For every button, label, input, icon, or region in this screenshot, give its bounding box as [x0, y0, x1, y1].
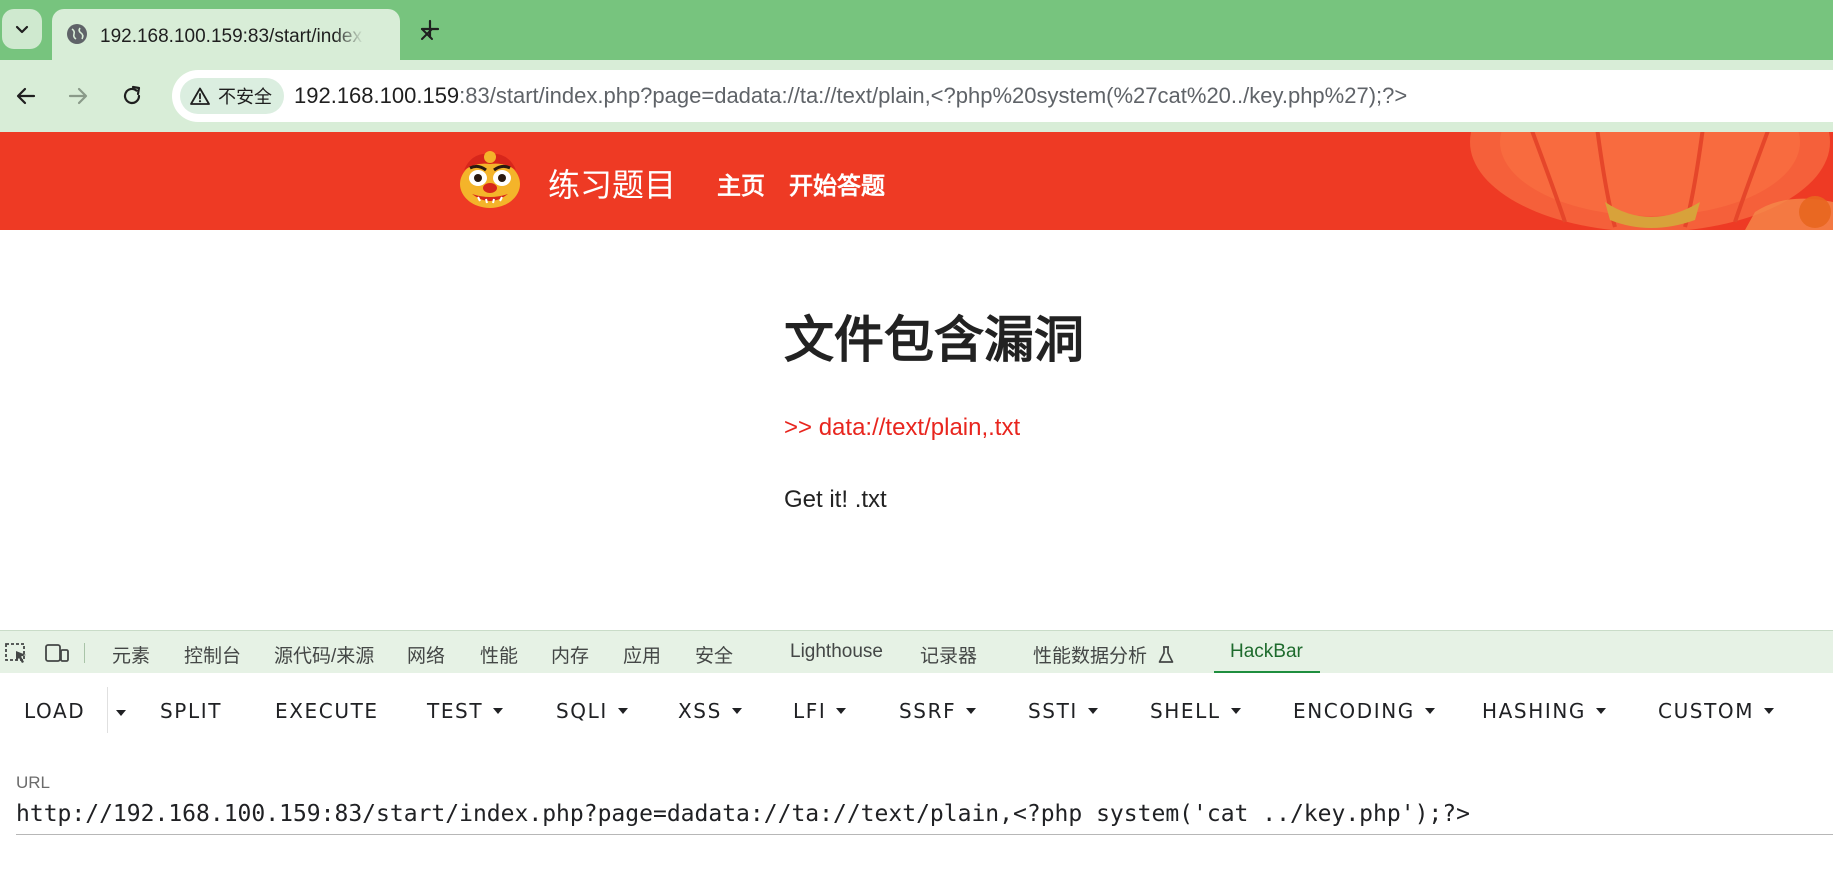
devtools-tab-bar: 元素 控制台 源代码/来源 网络 性能 内存 应用 安全 Lighthouse …: [0, 630, 1833, 674]
flask-icon: [1158, 646, 1174, 663]
caret-down-icon: [1764, 708, 1775, 714]
caret-down-icon: [1424, 708, 1435, 714]
devtools-tab-performance-insights-label: 性能数据分析: [1033, 646, 1148, 667]
hackbar-custom-menu[interactable]: CUSTOM: [1658, 699, 1775, 723]
arrow-left-icon: [16, 87, 36, 105]
hackbar-load-button[interactable]: LOAD: [24, 699, 85, 723]
site-header: 练习题目 主页 开始答题: [0, 132, 1833, 230]
lion-mascot-logo: [460, 151, 520, 208]
arrow-right-icon: [68, 87, 88, 105]
devtools-tab-sources[interactable]: 源代码/来源: [274, 641, 374, 668]
tab-search-button[interactable]: [2, 9, 42, 49]
caret-down-icon: [1596, 708, 1607, 714]
lantern-decoration: [1470, 132, 1833, 230]
devtools-tab-performance[interactable]: 性能: [480, 641, 518, 668]
devtools-tab-recorder[interactable]: 记录器: [920, 641, 977, 668]
devtools-tab-network[interactable]: 网络: [407, 641, 445, 668]
hackbar-ssrf-menu[interactable]: SSRF: [899, 699, 977, 723]
browser-tab-strip: 192.168.100.159:83/start/index.php?page=…: [0, 0, 1833, 60]
browser-toolbar: 不安全 192.168.100.159:83/start/index.php?p…: [0, 60, 1833, 132]
caret-down-icon: [1087, 708, 1098, 714]
hackbar-lfi-menu[interactable]: LFI: [793, 699, 847, 723]
chevron-down-icon: [15, 25, 29, 34]
back-button[interactable]: [8, 78, 44, 114]
address-bar[interactable]: 不安全 192.168.100.159:83/start/index.php?p…: [172, 70, 1833, 122]
hackbar-xss-label: XSS: [678, 699, 722, 723]
hackbar-ssrf-label: SSRF: [899, 699, 957, 723]
reload-button[interactable]: [114, 78, 150, 114]
nav-start-quiz-link[interactable]: 开始答题: [789, 166, 885, 201]
hackbar-shell-label: SHELL: [1150, 699, 1221, 723]
site-brand[interactable]: 练习题目: [548, 160, 676, 206]
hackbar-hashing-menu[interactable]: HASHING: [1482, 699, 1607, 723]
hackbar-lfi-label: LFI: [793, 699, 827, 723]
hackbar-encoding-label: ENCODING: [1293, 699, 1415, 723]
page-title: 文件包含漏洞: [784, 312, 1084, 368]
hackbar-custom-label: CUSTOM: [1658, 699, 1755, 723]
hackbar-shell-menu[interactable]: SHELL: [1150, 699, 1241, 723]
hackbar-url-input[interactable]: http://192.168.100.159:83/start/index.ph…: [16, 801, 1833, 835]
tab-title: 192.168.100.159:83/start/index.php?page=…: [100, 26, 364, 48]
inspect-element-icon[interactable]: [4, 641, 30, 665]
hackbar-split-label: SPLIT: [160, 699, 223, 723]
hackbar-url-label: URL: [16, 773, 51, 792]
devtools-tab-elements[interactable]: 元素: [112, 641, 150, 668]
hackbar-panel: LOAD SPLIT EXECUTE TEST SQLI XSS LFI SSR…: [0, 673, 1833, 872]
caret-down-icon: [966, 708, 977, 714]
load-options-dropdown[interactable]: [116, 710, 126, 716]
include-output-text: Get it! .txt: [784, 486, 887, 513]
hackbar-sqli-menu[interactable]: SQLI: [556, 699, 628, 723]
devtools-tab-application[interactable]: 应用: [623, 641, 661, 668]
globe-icon: [67, 24, 87, 44]
devtools-tab-performance-insights[interactable]: 性能数据分析: [1033, 641, 1174, 668]
hackbar-sqli-label: SQLI: [556, 699, 608, 723]
url-text[interactable]: 192.168.100.159:83/start/index.php?page=…: [294, 83, 1407, 109]
hackbar-encoding-menu[interactable]: ENCODING: [1293, 699, 1435, 723]
include-result-line: >> data://text/plain,.txt: [784, 414, 1021, 441]
caret-down-icon: [1230, 708, 1241, 714]
caret-down-icon: [836, 708, 847, 714]
hackbar-execute-label: EXECUTE: [275, 699, 379, 723]
url-host: 192.168.100.159: [294, 83, 460, 108]
forward-button[interactable]: [60, 78, 96, 114]
warning-icon: [190, 87, 210, 105]
devtools-tab-security[interactable]: 安全: [695, 641, 733, 668]
hackbar-load-label: LOAD: [24, 699, 86, 723]
devtools-tab-memory[interactable]: 内存: [551, 641, 589, 668]
hackbar-execute-button[interactable]: EXECUTE: [275, 699, 379, 723]
hackbar-split-button[interactable]: SPLIT: [160, 699, 222, 723]
devtools-tab-lighthouse[interactable]: Lighthouse: [790, 641, 883, 663]
devtools-tab-console[interactable]: 控制台: [184, 641, 241, 668]
devtools-separator: [84, 643, 85, 663]
hackbar-test-menu[interactable]: TEST: [427, 699, 504, 723]
caret-down-icon: [731, 708, 742, 714]
nav-home-link[interactable]: 主页: [717, 166, 765, 201]
hackbar-ssti-label: SSTI: [1028, 699, 1078, 723]
caret-down-icon: [493, 708, 504, 714]
hackbar-hashing-label: HASHING: [1482, 699, 1587, 723]
hackbar-xss-menu[interactable]: XSS: [678, 699, 742, 723]
url-path: :83/start/index.php?page=dadata://ta://t…: [459, 83, 1408, 108]
device-toolbar-icon[interactable]: [44, 641, 70, 665]
plus-icon: [420, 19, 440, 39]
browser-tab[interactable]: 192.168.100.159:83/start/index.php?page=…: [52, 9, 433, 60]
new-tab-button[interactable]: [414, 13, 446, 45]
security-label: 不安全: [218, 87, 272, 107]
caret-down-icon: [617, 708, 628, 714]
devtools-tab-hackbar[interactable]: HackBar: [1230, 641, 1303, 663]
reload-icon: [123, 85, 141, 105]
load-split-divider: [107, 687, 108, 733]
hackbar-test-label: TEST: [427, 699, 484, 723]
hackbar-ssti-menu[interactable]: SSTI: [1028, 699, 1098, 723]
